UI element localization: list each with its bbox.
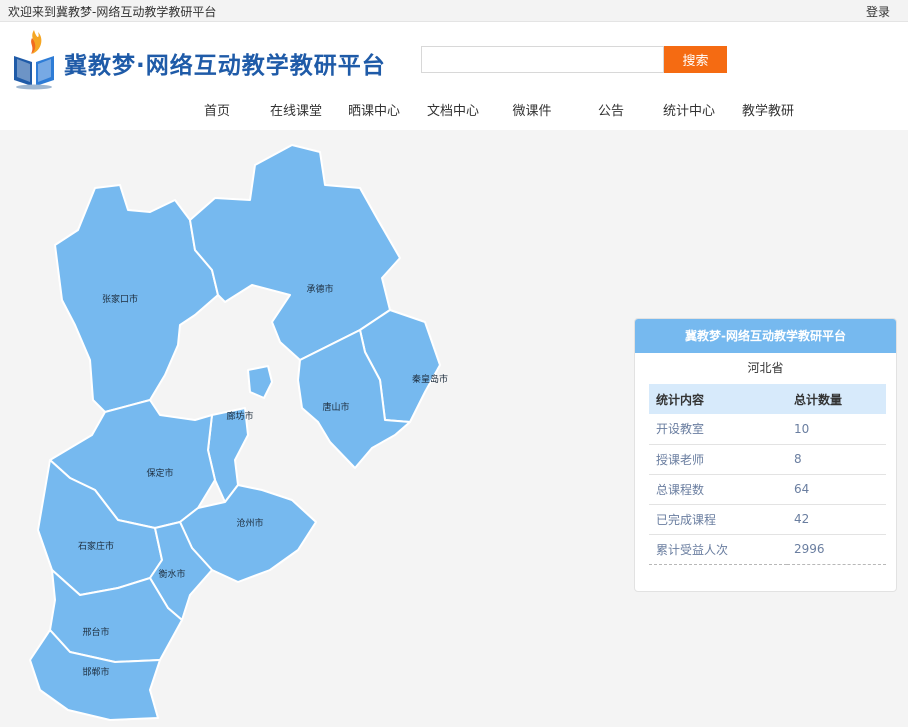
statistics-panel: 冀教梦-网络互动教学教研平台 河北省 统计内容 总计数量 开设教室 10 授课老… [634, 318, 897, 592]
label-tangshan[interactable]: 唐山市 [322, 401, 349, 413]
nav-item-home[interactable]: 首页 [177, 100, 257, 119]
row-label: 已完成课程 [649, 504, 787, 535]
statistics-table: 统计内容 总计数量 开设教室 10 授课老师 8 总课程数 64 已完成课程 4… [649, 384, 886, 565]
login-link[interactable]: 登录 [866, 3, 890, 20]
main-nav: 首页 在线课堂 晒课中心 文档中心 微课件 公告 统计中心 教学教研 [0, 100, 908, 124]
label-handan[interactable]: 邯郸市 [82, 666, 109, 678]
nav-item-announcements[interactable]: 公告 [571, 100, 651, 119]
search-button[interactable]: 搜索 [664, 46, 727, 73]
row-value: 8 [787, 444, 886, 475]
label-chengde[interactable]: 承德市 [306, 283, 333, 295]
nav-item-online-classroom[interactable]: 在线课堂 [256, 100, 336, 119]
row-label: 授课老师 [649, 444, 787, 475]
label-cangzhou[interactable]: 沧州市 [236, 517, 263, 529]
hebei-map-svg: 张家口市 承德市 秦皇岛市 唐山市 廊坊市 保定市 沧州市 石家庄市 衡水市 邢… [29, 144, 448, 721]
label-hengshui[interactable]: 衡水市 [158, 568, 185, 580]
label-baoding[interactable]: 保定市 [146, 467, 173, 479]
label-zhangjiakou[interactable]: 张家口市 [102, 293, 138, 305]
logo-text[interactable]: 冀教梦·网络互动教学教研平台 [64, 46, 386, 80]
top-bar: 欢迎来到冀教梦-网络互动教学教研平台 登录 [0, 0, 908, 22]
panel-title: 冀教梦-网络互动教学教研平台 [635, 319, 896, 353]
row-label: 累计受益人次 [649, 534, 787, 565]
label-shijiazhuang[interactable]: 石家庄市 [78, 540, 114, 552]
nav-item-lesson-showcase[interactable]: 晒课中心 [334, 100, 414, 119]
welcome-text: 欢迎来到冀教梦-网络互动教学教研平台 [8, 5, 217, 19]
table-row: 已完成课程 42 [649, 504, 886, 535]
nav-item-micro-courseware[interactable]: 微课件 [492, 100, 572, 119]
panel-province: 河北省 [747, 361, 784, 375]
table-row: 总课程数 64 [649, 474, 886, 505]
table-row: 累计受益人次 2996 [649, 534, 886, 565]
nav-item-document-center[interactable]: 文档中心 [413, 100, 493, 119]
table-header-row: 统计内容 总计数量 [649, 384, 886, 414]
search-input[interactable] [421, 46, 664, 73]
label-qinhuangdao[interactable]: 秦皇岛市 [412, 373, 448, 385]
row-value: 2996 [787, 534, 886, 565]
row-value: 10 [787, 414, 886, 445]
label-langfang[interactable]: 廊坊市 [226, 410, 253, 422]
site-header: 冀教梦·网络互动教学教研平台 搜索 首页 在线课堂 晒课中心 文档中心 微课件 … [0, 22, 908, 130]
nav-item-statistics-center[interactable]: 统计中心 [649, 100, 729, 119]
row-label: 总课程数 [649, 474, 787, 505]
column-header-item: 统计内容 [649, 384, 787, 414]
table-row: 授课老师 8 [649, 444, 886, 475]
region-beijing-enclave[interactable] [247, 365, 273, 399]
column-header-total: 总计数量 [787, 384, 886, 414]
nav-item-teaching-research[interactable]: 教学教研 [728, 100, 808, 119]
label-xingtai[interactable]: 邢台市 [82, 626, 109, 638]
row-value: 64 [787, 474, 886, 505]
row-label: 开设教室 [649, 414, 787, 445]
book-flame-logo-icon[interactable] [10, 26, 58, 90]
table-row: 开设教室 10 [649, 414, 886, 445]
row-value: 42 [787, 504, 886, 535]
hebei-map: 张家口市 承德市 秦皇岛市 唐山市 廊坊市 保定市 沧州市 石家庄市 衡水市 邢… [0, 130, 600, 727]
